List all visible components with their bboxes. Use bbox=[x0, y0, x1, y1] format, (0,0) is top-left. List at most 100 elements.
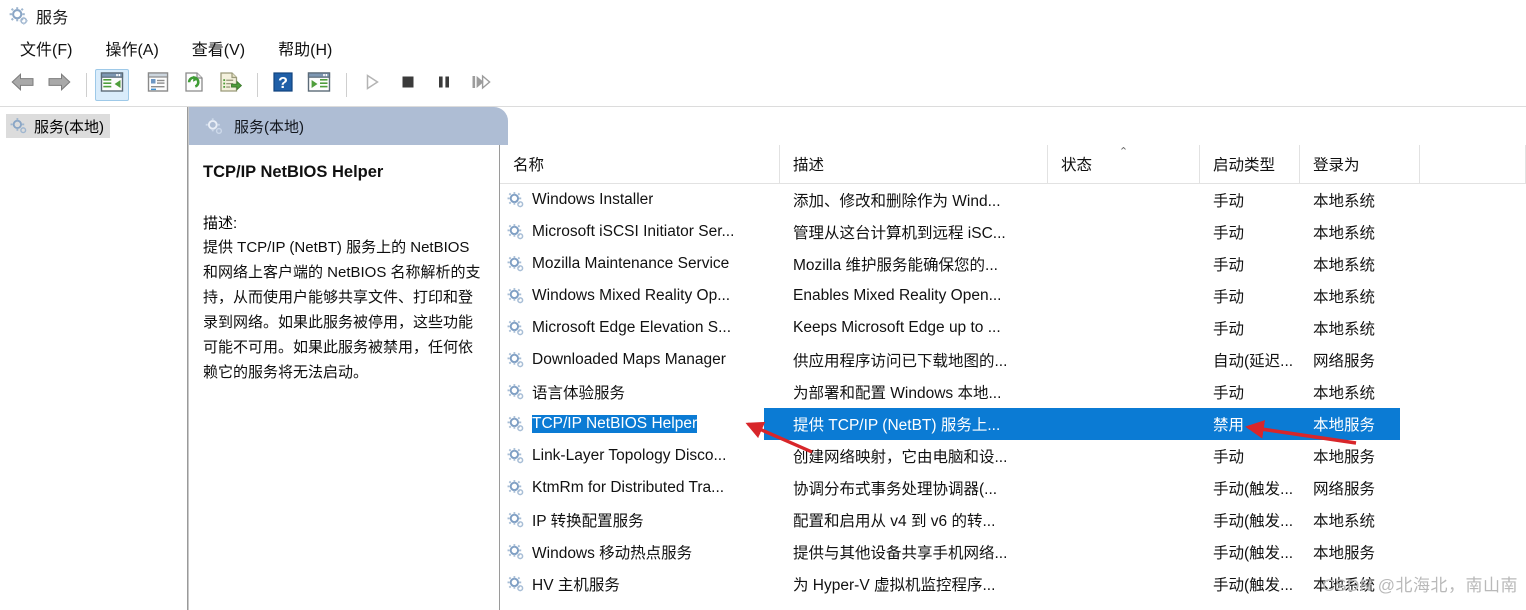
table-row[interactable]: IP 转换配置服务 配置和启用从 v4 到 v6 的转... 手动(触发... 本地系… bbox=[500, 504, 1526, 536]
cell-name: KtmRm for Distributed Tra... bbox=[500, 472, 780, 504]
cell-name-label: TCP/IP NetBIOS Helper bbox=[532, 415, 698, 433]
column-header-status[interactable]: ⌃ 状态 bbox=[1048, 145, 1200, 183]
forward-button[interactable] bbox=[42, 69, 76, 101]
toolbar: ? bbox=[0, 63, 1526, 107]
properties-icon bbox=[146, 71, 170, 98]
table-row[interactable]: Microsoft Edge Elevation S... Keeps Micro… bbox=[500, 312, 1526, 344]
svg-text:?: ? bbox=[278, 75, 288, 92]
cell-description: 供应用程序访问已下载地图的... bbox=[793, 353, 1008, 370]
window-titlebar: 服务 bbox=[0, 0, 1526, 32]
services-list-view: 名称 描述 ⌃ 状态 启动类型 登录为 Windows Installer 添加… bbox=[500, 145, 1526, 610]
cell-startup-type: 手动 bbox=[1213, 321, 1245, 338]
cell-startup-type: 手动(触发... bbox=[1213, 577, 1294, 594]
table-row[interactable]: Microsoft iSCSI Initiator Ser... 管理从这台计算机… bbox=[500, 216, 1526, 248]
tree-item-label: 服务(本地) bbox=[34, 118, 104, 136]
table-row[interactable]: Windows Mixed Reality Op... Enables Mixed… bbox=[500, 280, 1526, 312]
menu-action[interactable]: 操作(A) bbox=[97, 34, 169, 62]
stop-service-button[interactable] bbox=[391, 69, 425, 101]
pane-header: 服务(本地) bbox=[189, 107, 1526, 145]
table-row[interactable]: Mozilla Maintenance Service Mozilla 维护服务能… bbox=[500, 248, 1526, 280]
column-header-description[interactable]: 描述 bbox=[780, 145, 1048, 183]
cell-name: Downloaded Maps Manager bbox=[500, 344, 780, 376]
cell-status bbox=[1048, 472, 1200, 504]
cell-name: Mozilla Maintenance Service bbox=[500, 248, 780, 280]
table-row[interactable]: Link-Layer Topology Disco... 创建网络映射，它由电脑和… bbox=[500, 440, 1526, 472]
toolbar-separator-1 bbox=[86, 72, 87, 97]
services-gear-icon bbox=[507, 255, 525, 273]
cell-filler bbox=[1420, 248, 1526, 280]
column-header-startup-type[interactable]: 启动类型 bbox=[1200, 145, 1300, 183]
cell-logon-as: 本地系统 bbox=[1313, 289, 1376, 306]
help-button[interactable]: ? bbox=[266, 69, 300, 101]
cell-logon-as: 本地系统 bbox=[1313, 257, 1376, 274]
cell-filler bbox=[1420, 440, 1526, 472]
cell-description: 提供 TCP/IP (NetBT) 服务上... bbox=[793, 417, 1001, 434]
back-button[interactable] bbox=[6, 69, 40, 101]
services-gear-icon bbox=[507, 287, 525, 305]
stop-icon bbox=[398, 72, 418, 97]
cell-filler bbox=[1420, 216, 1526, 248]
cell-logon-as: 本地服务 bbox=[1313, 545, 1376, 562]
detail-description-text: 提供 TCP/IP (NetBT) 服务上的 NetBIOS 和网络上客户端的 … bbox=[203, 239, 481, 381]
column-header-name[interactable]: 名称 bbox=[500, 145, 780, 183]
services-gear-icon bbox=[507, 319, 525, 337]
export-list-button[interactable] bbox=[213, 69, 247, 101]
show-hide-tree-icon bbox=[100, 71, 124, 98]
menu-view[interactable]: 查看(V) bbox=[184, 34, 256, 62]
main-content: 服务(本地) 服务(本地) TCP/IP NetBIOS Helper 描述: … bbox=[0, 107, 1526, 610]
cell-description: Enables Mixed Reality Open... bbox=[793, 287, 1002, 304]
table-row[interactable]: TCP/IP NetBIOS Helper 提供 TCP/IP (NetBT) 服… bbox=[500, 408, 1526, 440]
services-gear-icon bbox=[507, 543, 525, 561]
table-row[interactable]: Downloaded Maps Manager 供应用程序访问已下载地图的... 自… bbox=[500, 344, 1526, 376]
services-gear-icon bbox=[507, 351, 525, 369]
show-hide-tree-button[interactable] bbox=[95, 68, 129, 101]
menu-help[interactable]: 帮助(H) bbox=[270, 34, 343, 62]
results-pane: 服务(本地) TCP/IP NetBIOS Helper 描述: 提供 TCP/… bbox=[188, 107, 1526, 610]
cell-logon-as: 本地服务 bbox=[1313, 417, 1376, 434]
cell-name: Windows Mixed Reality Op... bbox=[500, 280, 780, 312]
table-row[interactable]: KtmRm for Distributed Tra... 协调分布式事务处理协调器… bbox=[500, 472, 1526, 504]
services-gear-icon bbox=[507, 575, 525, 593]
column-header-logon-as[interactable]: 登录为 bbox=[1300, 145, 1420, 183]
refresh-button[interactable] bbox=[177, 69, 211, 101]
cell-status bbox=[1048, 344, 1200, 376]
properties-button[interactable] bbox=[141, 69, 175, 101]
cell-name: 语言体验服务 bbox=[500, 376, 780, 408]
cell-startup-type: 手动(触发... bbox=[1213, 481, 1294, 498]
tree-item-services-local[interactable]: 服务(本地) bbox=[6, 114, 110, 138]
back-arrow-icon bbox=[10, 72, 36, 97]
help-icon: ? bbox=[272, 71, 294, 98]
pause-icon bbox=[434, 72, 454, 97]
cell-name-label: Microsoft iSCSI Initiator Ser... bbox=[532, 223, 735, 240]
pause-service-button[interactable] bbox=[427, 69, 461, 101]
cell-name: IP 转换配置服务 bbox=[500, 504, 780, 536]
toolbar-separator-2 bbox=[257, 72, 258, 97]
export-list-icon bbox=[218, 71, 243, 98]
show-action-pane-button[interactable] bbox=[302, 69, 336, 101]
column-header-logon-as-label: 登录为 bbox=[1313, 157, 1360, 174]
cell-logon-as: 本地系统 bbox=[1313, 193, 1376, 210]
table-row[interactable]: Windows Installer 添加、修改和删除作为 Wind... 手动 本地系… bbox=[500, 184, 1526, 216]
cell-startup-type: 手动 bbox=[1213, 225, 1245, 242]
services-gear-icon bbox=[507, 191, 525, 209]
refresh-icon bbox=[182, 71, 206, 98]
cell-name-label: Windows Mixed Reality Op... bbox=[532, 287, 731, 304]
cell-startup-type: 手动(触发... bbox=[1213, 513, 1294, 530]
cell-status bbox=[1048, 376, 1200, 408]
restart-service-button[interactable] bbox=[463, 69, 497, 101]
cell-filler bbox=[1420, 504, 1526, 536]
table-row[interactable]: Windows 移动热点服务 提供与其他设备共享手机网络... 手动(触发... 本地… bbox=[500, 536, 1526, 568]
menu-file[interactable]: 文件(F) bbox=[12, 34, 83, 62]
cell-filler bbox=[1420, 344, 1526, 376]
play-icon bbox=[362, 72, 382, 97]
start-service-button[interactable] bbox=[355, 69, 389, 101]
console-tree-pane: 服务(本地) bbox=[0, 107, 188, 610]
cell-description: 为 Hyper-V 虚拟机监控程序... bbox=[793, 577, 996, 594]
cell-startup-type: 手动(触发... bbox=[1213, 545, 1294, 562]
detail-description-label: 描述: bbox=[203, 215, 238, 232]
cell-logon-as: 本地系统 bbox=[1313, 385, 1376, 402]
cell-startup-type: 手动 bbox=[1213, 257, 1245, 274]
table-row[interactable]: 语言体验服务 为部署和配置 Windows 本地... 手动 本地系统 bbox=[500, 376, 1526, 408]
cell-name-label: IP 转换配置服务 bbox=[532, 513, 644, 530]
service-detail-pane: TCP/IP NetBIOS Helper 描述: 提供 TCP/IP (Net… bbox=[189, 145, 500, 610]
